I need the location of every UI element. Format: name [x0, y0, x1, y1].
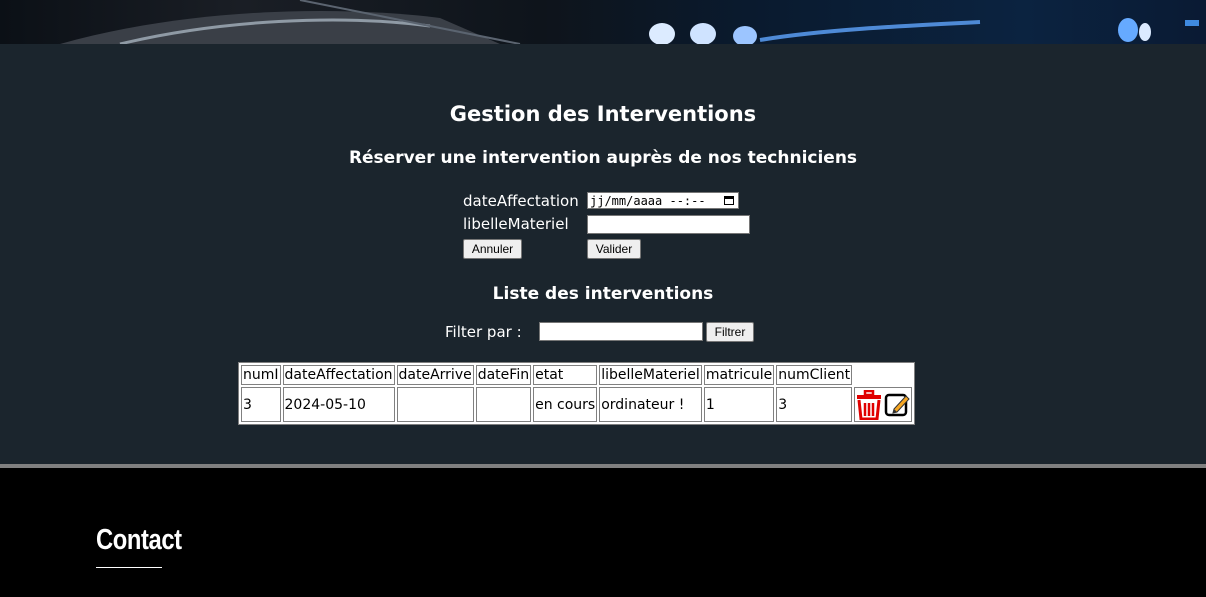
date-label: dateAffectation	[463, 192, 579, 210]
materiel-label: libelleMateriel	[463, 215, 569, 233]
calendar-icon[interactable]	[724, 196, 734, 205]
page-title: Gestion des Interventions	[449, 102, 757, 126]
contact-title: Contact	[96, 524, 182, 556]
date-input[interactable]: jj/mm/aaaa --:--	[587, 192, 739, 209]
cell-libelleMateriel: ordinateur !	[599, 387, 702, 422]
date-row: dateAffectation jj/mm/aaaa --:--	[463, 191, 739, 211]
cell-numI: 3	[241, 387, 281, 422]
materiel-row: libelleMateriel	[463, 214, 750, 234]
cell-dateArrive	[396, 387, 474, 422]
page-subtitle: Réserver une intervention auprès de nos …	[348, 148, 858, 168]
filter-input[interactable]	[539, 322, 703, 341]
header-dateArrive: dateArrive	[396, 365, 474, 385]
trash-icon[interactable]	[856, 389, 882, 420]
main-section: Gestion des Interventions Réserver une i…	[0, 44, 1206, 464]
contact-underline	[96, 567, 162, 568]
header-dateFin: dateFin	[475, 365, 532, 385]
cell-matricule: 1	[703, 387, 775, 422]
footer: Contact	[0, 468, 1206, 597]
header-dateAffectation: dateAffectation	[282, 365, 395, 385]
header-libelleMateriel: libelleMateriel	[599, 365, 702, 385]
submit-button[interactable]: Valider	[587, 239, 641, 259]
edit-icon[interactable]	[884, 392, 910, 418]
list-title: Liste des interventions	[492, 284, 714, 304]
header-banner	[0, 0, 1206, 44]
header-etat: etat	[533, 365, 598, 385]
cell-numClient: 3	[776, 387, 853, 422]
cell-dateAffectation: 2024-05-10	[282, 387, 395, 422]
cancel-button[interactable]: Annuler	[463, 239, 522, 259]
date-placeholder: jj/mm/aaaa --:--	[590, 193, 706, 208]
cell-etat: en cours	[533, 387, 598, 422]
filter-label: Filter par :	[445, 323, 522, 341]
materiel-input[interactable]	[587, 215, 750, 234]
cell-dateFin	[475, 387, 532, 422]
header-numClient: numClient	[776, 365, 853, 385]
interventions-table: numI dateAffectation dateArrive dateFin …	[238, 362, 916, 425]
header-actions	[854, 365, 912, 385]
filter-button[interactable]: Filtrer	[706, 322, 754, 342]
header-numI: numI	[241, 365, 281, 385]
row-actions	[856, 389, 910, 420]
table-row: 3 2024-05-10 en cours ordinateur ! 1 3	[241, 387, 913, 422]
table-header-row: numI dateAffectation dateArrive dateFin …	[241, 365, 912, 385]
cell-actions	[854, 387, 913, 422]
header-matricule: matricule	[703, 365, 775, 385]
banner-image	[60, 0, 1199, 44]
